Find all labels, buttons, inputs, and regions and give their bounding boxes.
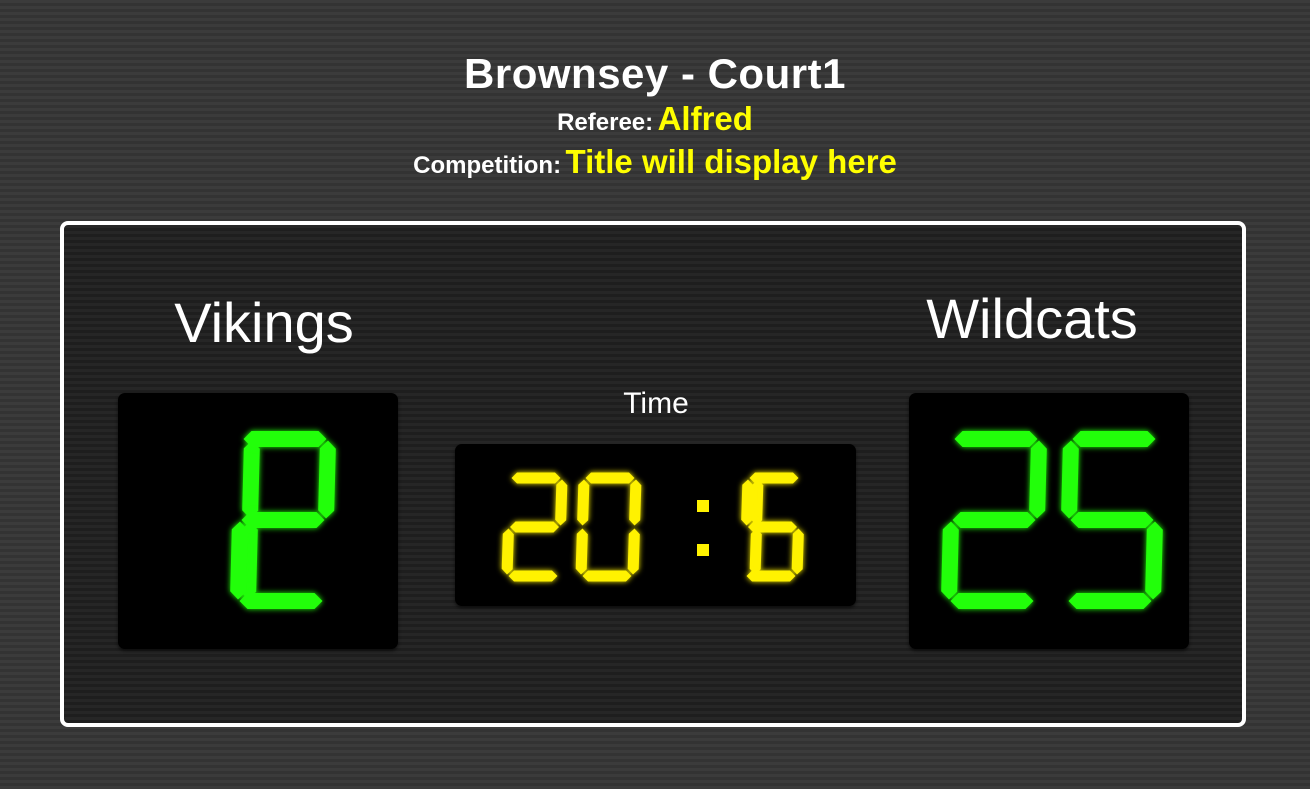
segment-f: [741, 479, 754, 526]
segment-f: [577, 479, 590, 526]
segment-g: [510, 521, 559, 533]
home-score-display: [118, 393, 398, 649]
segment-a: [585, 472, 635, 484]
segment-g: [241, 512, 325, 528]
competition-label: Competition:: [413, 152, 562, 179]
segment-d: [746, 570, 796, 582]
segment-c: [791, 528, 804, 575]
segment-a: [1072, 431, 1156, 447]
segment-a: [511, 472, 561, 484]
referee-label: Referee:: [557, 109, 654, 136]
clock-digits: [501, 472, 804, 582]
segment-g: [1070, 512, 1154, 528]
referee-line: Referee: Alfred: [0, 98, 1310, 147]
away-score-digit-2: [1061, 431, 1163, 609]
clock-digit-2: [575, 472, 642, 582]
home-team-name: Vikings: [174, 291, 354, 354]
referee-name: Alfred: [657, 100, 753, 137]
home-score-digits: [230, 431, 336, 609]
segment-c: [749, 528, 762, 575]
clock-digit-1: [501, 472, 568, 582]
competition-title: Title will display here: [565, 143, 897, 180]
segment-c: [627, 528, 640, 575]
segment-d: [239, 593, 323, 609]
segment-e: [941, 521, 959, 600]
segment-b: [1029, 440, 1047, 519]
away-score-digits: [941, 431, 1163, 609]
segment-d: [1068, 593, 1152, 609]
segment-d: [508, 570, 558, 582]
segment-a: [243, 431, 327, 447]
segment-d: [582, 570, 632, 582]
segment-g: [952, 512, 1036, 528]
away-score-digit-1: [941, 431, 1047, 609]
segment-b: [555, 479, 568, 526]
segment-b: [318, 440, 336, 519]
match-header: Brownsey - Court1 Referee: Alfred Compet…: [0, 48, 1310, 190]
segment-b: [242, 440, 260, 519]
segment-a: [954, 431, 1038, 447]
segment-e: [230, 521, 248, 600]
segment-g: [748, 521, 797, 533]
time-label: Time: [623, 387, 689, 420]
segment-c: [1145, 521, 1163, 600]
segment-f: [1061, 440, 1079, 519]
colon-dot-bottom: [697, 544, 709, 556]
colon-dot-top: [697, 500, 709, 512]
segment-d: [950, 593, 1034, 609]
segment-e: [501, 528, 514, 575]
segment-b: [629, 479, 642, 526]
segment-a: [749, 472, 799, 484]
venue-title: Brownsey - Court1: [464, 50, 846, 97]
competition-line: Competition: Title will display here: [0, 141, 1310, 190]
scoreboard-panel: Vikings Wildcats Time: [60, 221, 1246, 727]
away-team-name: Wildcats: [926, 287, 1138, 350]
away-score-display: [909, 393, 1189, 649]
clock-display: [455, 444, 856, 606]
segment-e: [575, 528, 588, 575]
